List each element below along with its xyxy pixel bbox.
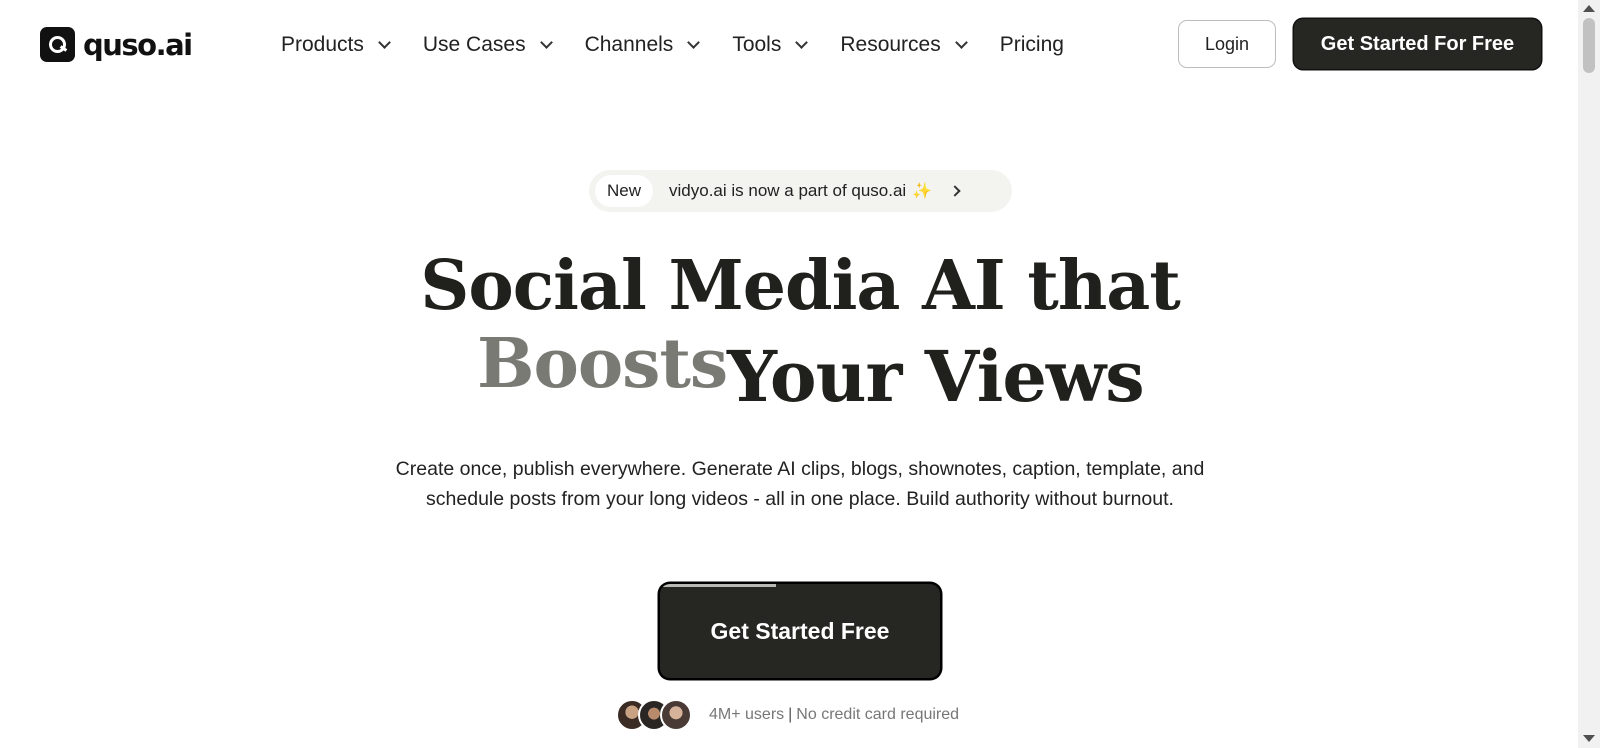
nav-item-use-cases[interactable]: Use Cases bbox=[422, 30, 553, 60]
page: quso.ai Products Use Cases Channels Tool… bbox=[0, 0, 1578, 748]
hero-headline-line1: Social Media AI that bbox=[420, 246, 1180, 326]
chevron-down-icon bbox=[687, 36, 701, 49]
users-count: 4M+ users bbox=[709, 706, 785, 723]
avatar bbox=[660, 699, 692, 731]
no-credit-card-text: No credit card required bbox=[796, 706, 960, 723]
brand-logo[interactable]: quso.ai bbox=[40, 27, 193, 62]
vertical-scrollbar[interactable] bbox=[1578, 0, 1600, 748]
social-proof: 4M+ users | No credit card required bbox=[616, 699, 959, 731]
scrollbar-thumb[interactable] bbox=[1583, 18, 1595, 73]
scroll-down-arrow-icon[interactable] bbox=[1583, 735, 1595, 742]
scroll-up-arrow-icon[interactable] bbox=[1583, 5, 1595, 12]
announcement-text: vidyo.ai is now a part of quso.ai bbox=[669, 181, 907, 200]
nav-label: Use Cases bbox=[422, 33, 526, 56]
new-badge: New bbox=[595, 175, 654, 207]
chevron-down-icon bbox=[378, 36, 391, 49]
logo-mark-icon bbox=[40, 27, 75, 62]
avatar-group bbox=[616, 699, 692, 731]
login-button[interactable]: Login bbox=[1178, 20, 1276, 68]
separator: | bbox=[788, 706, 793, 723]
nav-label: Resources bbox=[840, 33, 941, 56]
nav-item-products[interactable]: Products bbox=[281, 30, 391, 60]
nav-item-channels[interactable]: Channels bbox=[584, 30, 701, 60]
cta-label: Get Started Free bbox=[710, 617, 890, 644]
button-highlight bbox=[660, 584, 776, 587]
nav-label: Channels bbox=[584, 33, 674, 56]
social-proof-text: 4M+ users | No credit card required bbox=[709, 706, 959, 724]
sparkles-icon: ✨ bbox=[912, 183, 933, 200]
get-started-free-button[interactable]: Get Started Free bbox=[660, 584, 940, 678]
hero-headline-line2: Your Views bbox=[727, 335, 1145, 418]
hero-subtitle: Create once, publish everywhere. Generat… bbox=[395, 458, 1205, 510]
nav-item-resources[interactable]: Resources bbox=[840, 30, 968, 60]
chevron-down-icon bbox=[795, 36, 809, 49]
nav-label: Products bbox=[281, 33, 364, 56]
chevron-down-icon bbox=[539, 36, 553, 49]
main-nav: Products Use Cases Channels Tools Resour… bbox=[281, 30, 1098, 60]
brand-name: quso.ai bbox=[83, 27, 193, 62]
nav-label: Tools bbox=[732, 33, 782, 56]
hero-headline-highlight: Boosts bbox=[477, 324, 728, 404]
get-started-for-free-button[interactable]: Get Started For Free bbox=[1294, 19, 1541, 69]
nav-item-tools[interactable]: Tools bbox=[732, 30, 809, 60]
announcement-pill[interactable]: New vidyo.ai is now a part of quso.ai ✨ bbox=[589, 170, 1012, 212]
nav-item-pricing[interactable]: Pricing bbox=[1000, 30, 1064, 60]
nav-label: Pricing bbox=[999, 33, 1064, 56]
chevron-down-icon bbox=[954, 36, 968, 49]
chevron-right-icon bbox=[949, 185, 961, 197]
